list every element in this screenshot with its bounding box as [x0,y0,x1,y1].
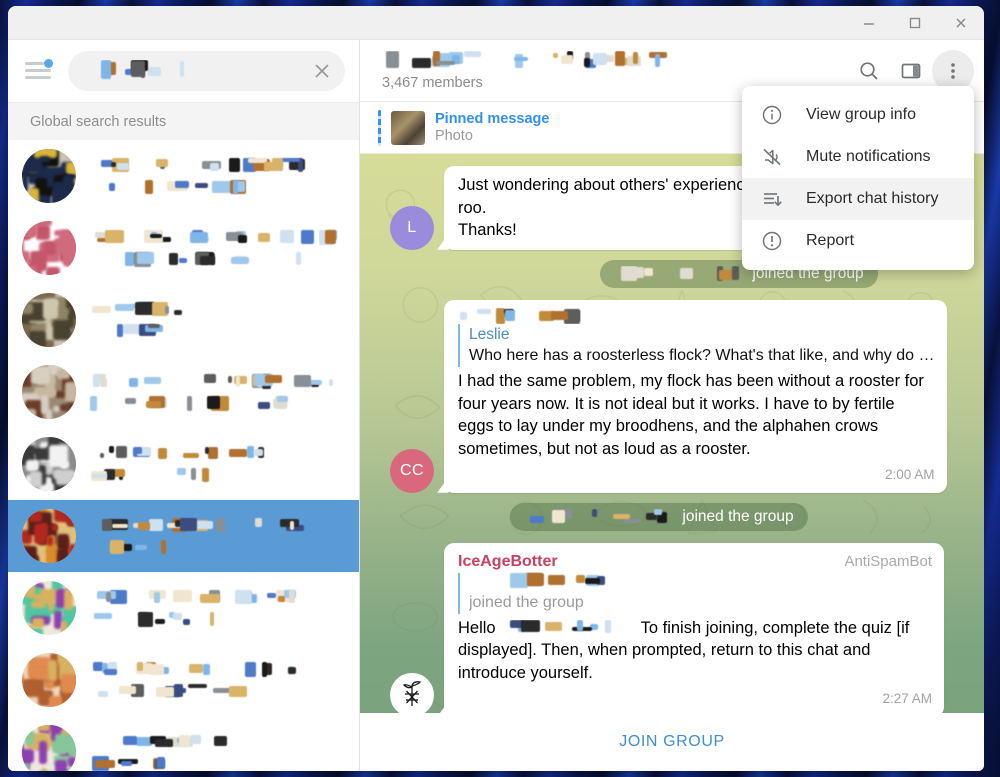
notification-dot [44,59,53,68]
chat-title-wrap: 3,467 members [382,50,848,91]
snowflake-plant-icon [402,681,421,706]
global-search-results-header: Global search results [8,102,359,140]
service-message-text: joined the group [682,507,794,525]
menu-item-label: Mute notifications [806,148,931,165]
avatar [22,725,76,771]
message-bubble[interactable]: IceAgeBotter AntiSpamBot joined the group H… [444,542,944,713]
search-result-text-redacted [90,301,349,339]
avatar [22,437,76,491]
reply-name: Leslie [469,325,510,343]
message-sender-name[interactable]: IceAgeBotter [458,551,558,573]
search-result-text-redacted [90,734,349,771]
reply-quote[interactable]: joined the group [458,572,932,614]
search-result-text-redacted [90,589,349,628]
search-input[interactable] [68,51,345,91]
pinned-subtitle: Photo [435,128,473,144]
reply-text: joined the group [469,593,584,611]
reply-name-redacted [469,573,609,590]
service-message-row: joined the group [390,502,928,531]
message-avatar: CC [390,448,434,493]
window-body: Global search results 3,467 members Pinn… [8,40,984,771]
message-row: IceAgeBotter AntiSpamBot joined the group H… [390,542,944,713]
search-result-row[interactable] [8,500,359,572]
pinned-indicator [378,109,381,146]
search-result-row[interactable] [8,644,359,716]
avatar [22,365,76,419]
menu-item-label: View group info [806,106,916,123]
avatar [22,653,76,707]
reply-text: Who here has a roosterless flock? What's… [469,347,935,365]
message-row: CC Leslie Who here has a roosterless flock… [390,299,947,493]
avatar [22,293,76,347]
join-group-button[interactable]: JOIN GROUP [360,713,984,771]
message-avatar: L [390,205,434,250]
message-text: I had the same problem, my flock has bee… [458,371,924,458]
chat-options-dropdown[interactable]: View group info Mute notifications Export … [742,86,974,270]
message-sender-redacted [458,308,520,324]
menu-item-label: Export chat history [806,190,939,207]
message-inline-redacted [496,619,641,636]
search-result-text-redacted [90,445,349,483]
menu-item-export-chat-history[interactable]: Export chat history [742,178,974,220]
chat-pane: 3,467 members Pinned message Photo L Jus… [360,40,984,771]
join-group-label: JOIN GROUP [619,733,725,750]
clear-search-icon[interactable] [307,56,337,86]
export-download-icon [760,187,784,211]
avatar [22,509,76,563]
search-result-text-redacted [90,373,349,412]
search-result-text-redacted [90,157,349,195]
search-result-row[interactable] [8,572,359,644]
message-bubble[interactable]: Leslie Who here has a roosterless flock? … [444,299,947,493]
search-result-row[interactable] [8,284,359,356]
service-user-redacted [524,508,674,525]
search-result-row[interactable] [8,212,359,284]
search-result-text-redacted [90,517,349,555]
message-timestamp: 2:00 AM [884,467,935,483]
report-warning-icon [760,229,784,253]
message-text-prefix: Hello [458,618,496,637]
menu-item-view-group-info[interactable]: View group info [742,94,974,136]
window-titlebar [8,6,984,40]
search-result-text-redacted [90,661,349,699]
search-result-text-redacted [90,229,349,267]
search-result-row[interactable] [8,428,359,500]
message-timestamp: 2:27 AM [882,691,932,707]
service-user-redacted [614,265,744,282]
search-result-row[interactable] [8,140,359,212]
menu-item-mute-notifications[interactable]: Mute notifications [742,136,974,178]
search-result-row[interactable] [8,356,359,428]
chat-title-redacted [382,50,848,71]
info-circle-icon [760,103,784,127]
mute-bell-icon [760,145,784,169]
pinned-thumbnail [391,110,425,145]
search-results-list[interactable] [8,140,359,771]
message-sender-row: IceAgeBotter AntiSpamBot [458,551,932,573]
menu-item-report[interactable]: Report [742,220,974,262]
maximize-button[interactable] [892,6,938,39]
avatar [22,581,76,635]
message-sender-redacted-2 [536,308,581,324]
minimize-button[interactable] [846,6,892,39]
message-text: Hello To finish joining, complete the qui… [458,617,932,685]
close-button[interactable] [938,6,984,39]
avatar [22,149,76,203]
service-message: joined the group [510,502,808,531]
bot-badge: AntiSpamBot [844,552,932,570]
search-result-row[interactable] [8,716,359,771]
pinned-texts: Pinned message Photo [435,111,549,144]
message-avatar [390,672,434,713]
telegram-window: Global search results 3,467 members Pinn… [8,6,984,771]
message-sender-row [458,308,935,324]
menu-item-label: Report [806,232,855,249]
hamburger-menu-icon[interactable] [22,56,56,86]
reply-quote[interactable]: Leslie Who here has a roosterless flock? … [458,323,935,367]
search-query-redacted [86,60,301,82]
pinned-title: Pinned message [435,111,550,127]
sidebar: Global search results [8,40,360,771]
avatar [22,221,76,275]
sidebar-searchbar [8,40,359,102]
